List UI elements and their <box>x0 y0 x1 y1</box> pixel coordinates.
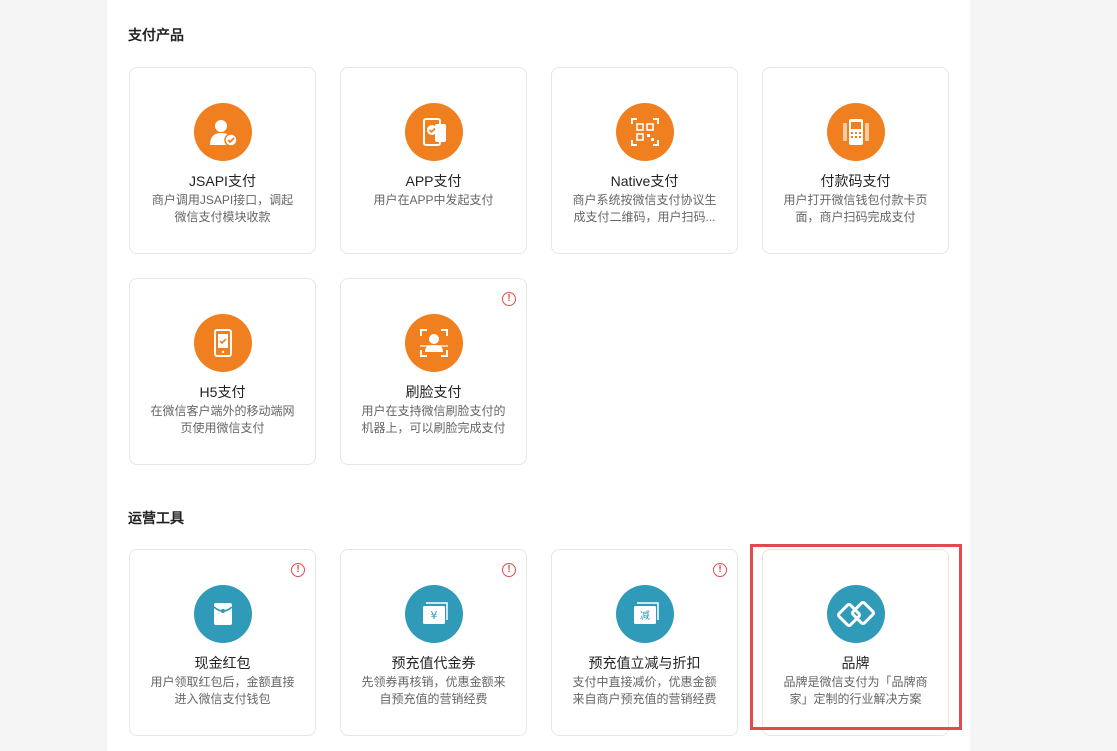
card-native-pay[interactable]: Native支付 商户系统按微信支付协议生成支付二维码，用户扫码... <box>551 67 738 254</box>
warning-icon[interactable]: ! <box>502 563 516 577</box>
card-prepaid-voucher[interactable]: ! ¥ 预充值代金券 先领券再核销，优惠金额来自预充值的营销经费 <box>340 549 527 736</box>
voucher-yen-icon: ¥ <box>404 585 463 643</box>
warning-icon[interactable]: ! <box>502 292 516 306</box>
brand-logo-icon <box>826 585 885 643</box>
warning-icon[interactable]: ! <box>713 563 727 577</box>
card-face-pay[interactable]: ! 刷脸支付 用户在支持微信刷脸支付的机器上，可以刷脸完成支付 <box>340 278 527 465</box>
card-name: 品牌 <box>841 655 870 671</box>
warning-icon[interactable]: ! <box>291 563 305 577</box>
card-payment-code[interactable]: 付款码支付 用户打开微信钱包付款卡页面，商户扫码完成支付 <box>762 67 949 254</box>
svg-text:¥: ¥ <box>430 609 437 622</box>
card-desc: 先领券再核销，优惠金额来自预充值的营销经费 <box>361 675 506 706</box>
card-name: APP支付 <box>405 173 462 189</box>
card-name: 预充值立减与折扣 <box>588 655 701 671</box>
section-title-operations: 运营工具 <box>128 510 184 526</box>
card-name: 现金红包 <box>194 655 251 671</box>
card-name: H5支付 <box>199 384 246 400</box>
card-desc: 用户在支持微信刷脸支付的机器上，可以刷脸完成支付 <box>361 404 506 435</box>
phone-pay-icon <box>404 103 463 161</box>
card-desc: 用户打开微信钱包付款卡页面，商户扫码完成支付 <box>783 193 928 224</box>
user-check-icon <box>193 103 252 161</box>
card-cash-red-packet[interactable]: ! 现金红包 用户领取红包后，金额直接进入微信支付钱包 <box>129 549 316 736</box>
card-desc: 用户在APP中发起支付 <box>373 193 494 207</box>
card-brand[interactable]: 品牌 品牌是微信支付为「品牌商家」定制的行业解决方案 <box>762 549 949 736</box>
card-name: Native支付 <box>610 173 679 189</box>
card-prepaid-discount[interactable]: ! 减 预充值立减与折扣 支付中直接减价，优惠金额来自商户预充值的营销经费 <box>551 549 738 736</box>
card-desc: 在微信客户端外的移动端网页使用微信支付 <box>150 404 295 435</box>
card-name: JSAPI支付 <box>189 173 256 189</box>
red-envelope-icon <box>193 585 252 643</box>
card-desc: 商户调用JSAPI接口，调起微信支付模块收款 <box>151 193 294 224</box>
card-desc: 品牌是微信支付为「品牌商家」定制的行业解决方案 <box>783 675 928 706</box>
mobile-check-icon <box>193 314 252 372</box>
card-desc: 支付中直接减价，优惠金额来自商户预充值的营销经费 <box>572 675 717 706</box>
card-app-pay[interactable]: APP支付 用户在APP中发起支付 <box>340 67 527 254</box>
card-jsapi-pay[interactable]: JSAPI支付 商户调用JSAPI接口，调起微信支付模块收款 <box>129 67 316 254</box>
discount-ticket-icon: 减 <box>615 585 674 643</box>
qrcode-icon <box>615 103 674 161</box>
card-desc: 用户领取红包后，金额直接进入微信支付钱包 <box>150 675 295 706</box>
card-name: 付款码支付 <box>820 173 891 189</box>
section-title-payment: 支付产品 <box>128 27 184 43</box>
card-name: 刷脸支付 <box>405 384 462 400</box>
face-scan-icon <box>404 314 463 372</box>
card-name: 预充值代金券 <box>391 655 476 671</box>
card-h5-pay[interactable]: H5支付 在微信客户端外的移动端网页使用微信支付 <box>129 278 316 465</box>
card-desc: 商户系统按微信支付协议生成支付二维码，用户扫码... <box>572 193 717 224</box>
discount-glyph: 减 <box>640 610 650 622</box>
barcode-scanner-icon <box>826 103 885 161</box>
